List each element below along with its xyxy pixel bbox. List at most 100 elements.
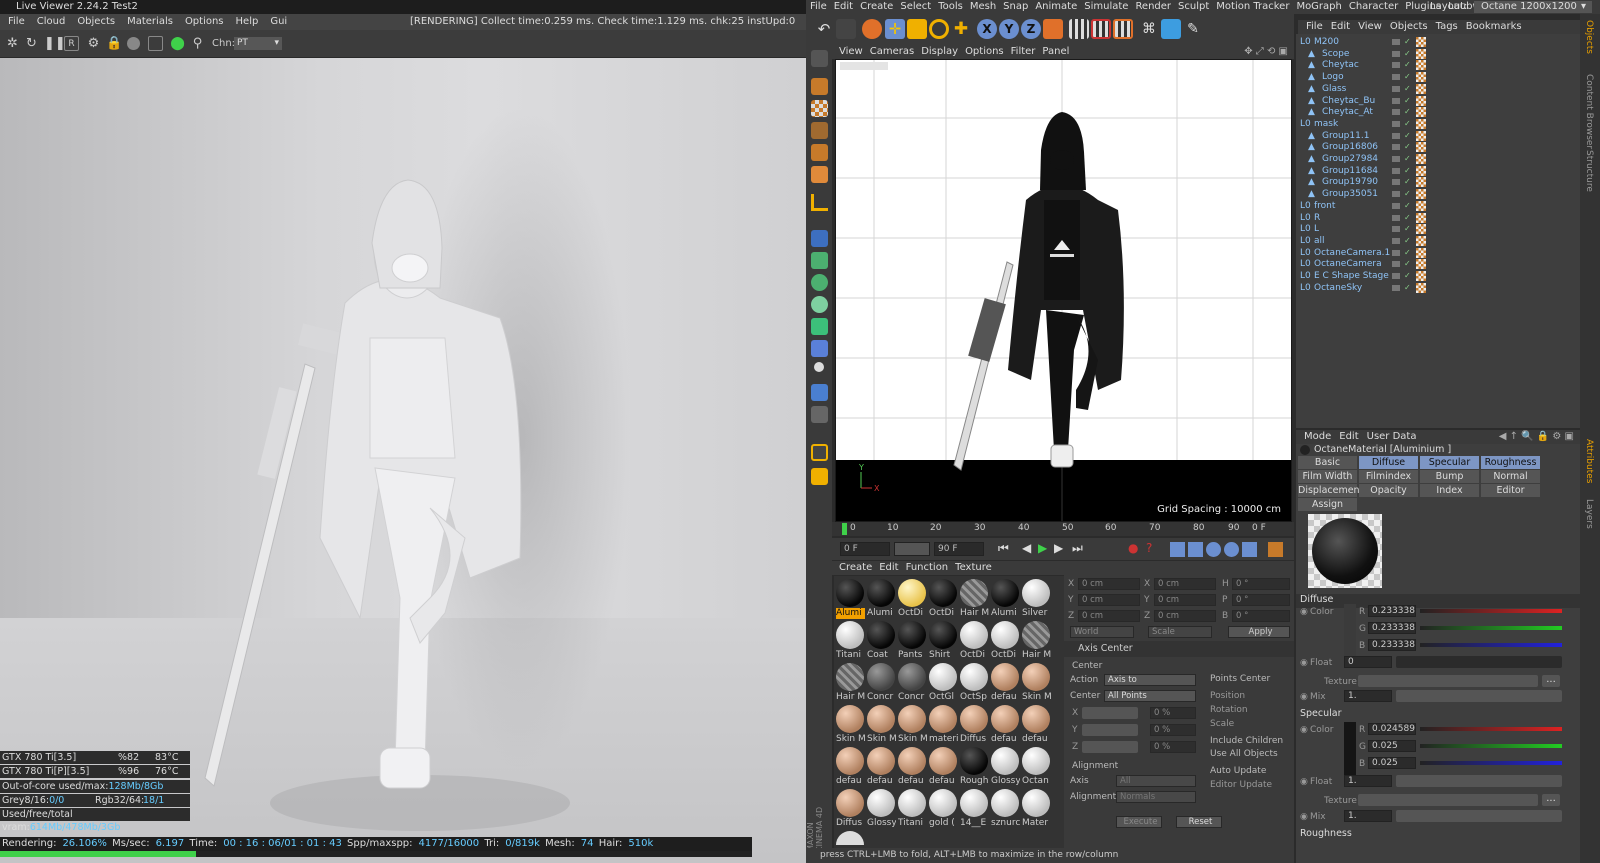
enable-check-icon[interactable]: ✓ [1404,71,1411,83]
material-swatch[interactable] [929,747,957,775]
reset-button[interactable]: Reset [1176,816,1222,828]
y-axis-icon[interactable]: Y [999,19,1019,39]
frame-range-slider[interactable] [894,542,930,556]
material-tag-icon[interactable] [1416,48,1426,59]
next-key-icon[interactable]: ▶ [1054,541,1063,555]
material-swatch[interactable] [991,747,1019,775]
enable-snap-icon[interactable] [811,252,828,269]
tab-displacement[interactable]: Displacement [1298,484,1363,497]
z-slider[interactable] [1082,741,1138,753]
material-swatch[interactable] [991,621,1019,649]
menu-edit[interactable]: Edit [834,1,853,12]
timeline-playhead[interactable] [842,523,847,535]
x-axis-icon[interactable]: X [977,19,997,39]
center-checkbox-label[interactable]: Center [1072,661,1102,671]
viewport-menu-options[interactable]: Options [965,46,1004,57]
diffuse-g-field[interactable]: 0.233338 [1368,622,1416,634]
menu-animate[interactable]: Animate [1035,1,1077,12]
include-children-checkbox[interactable]: Include Children [1210,736,1283,746]
scale-dropdown[interactable]: Scale [1148,626,1212,638]
material-swatch[interactable] [991,705,1019,733]
size-z-field[interactable]: 0 cm [1154,610,1216,622]
material-tag-icon[interactable] [1416,154,1426,164]
object-row[interactable]: ▲ Scope ✓ [1296,48,1580,60]
rot-p-field[interactable]: 0 ° [1232,594,1290,606]
rotate-icon[interactable] [929,19,949,39]
visibility-dots[interactable] [1392,226,1400,233]
at-menu-edit[interactable]: Edit [1339,431,1358,442]
material-swatch[interactable] [836,747,864,775]
material-swatch[interactable] [929,663,957,691]
diffuse-b-field[interactable]: 0.233338 [1368,639,1416,651]
record-icon[interactable]: ● [1128,541,1138,555]
render-picture-icon[interactable] [1091,19,1111,39]
menu-character[interactable]: Character [1349,1,1398,12]
viewport-menu-cameras[interactable]: Cameras [870,46,914,57]
layers-side-tab[interactable]: Layers [1584,499,1594,529]
points-mode-icon[interactable] [811,144,828,161]
menu-cloud[interactable]: Cloud [37,16,66,27]
tab-opacity[interactable]: Opacity [1359,484,1418,497]
menu-tools[interactable]: Tools [938,1,963,12]
play-icon[interactable]: ▶ [1038,541,1047,555]
spec-mix-field[interactable]: 1. [1344,810,1392,822]
visibility-dots[interactable] [1392,144,1400,151]
world-dropdown[interactable]: World [1070,626,1134,638]
diffuse-r-field[interactable]: 0.233338 [1368,605,1416,617]
material-swatch[interactable] [898,747,926,775]
solo-icon[interactable] [811,318,828,335]
object-row[interactable]: ▲ Cheytac ✓ [1296,59,1580,71]
enable-check-icon[interactable]: ✓ [1404,176,1411,188]
material-tag-icon[interactable] [1416,259,1426,270]
spec-g-field[interactable]: 0.025 [1368,740,1416,752]
spec-b-slider[interactable] [1420,761,1562,765]
visibility-dots[interactable] [1392,202,1400,209]
menu-gui[interactable]: Gui [270,16,287,27]
object-row[interactable]: ▲ Group11.1 ✓ [1296,130,1580,142]
tab-editor[interactable]: Editor [1481,484,1540,497]
material-swatch[interactable] [960,663,988,691]
enable-check-icon[interactable]: ✓ [1404,258,1411,270]
material-swatch[interactable] [867,579,895,607]
enable-check-icon[interactable]: ✓ [1404,141,1411,153]
material-swatch[interactable] [836,579,864,607]
3d-viewport[interactable]: Y X Grid Spacing : 10000 cm [835,59,1292,522]
spec-texture-menu-button[interactable]: ... [1542,794,1560,806]
object-row[interactable]: L0 R ✓ [1296,212,1580,224]
sky-icon[interactable] [811,384,828,401]
move-icon[interactable]: ✛ [885,19,905,39]
z-percent-field[interactable]: 0 % [1150,741,1196,753]
tab-roughness[interactable]: Roughness [1481,456,1540,469]
live-selection-icon[interactable] [862,19,882,39]
spec-g-slider[interactable] [1420,744,1562,748]
material-swatch[interactable] [867,663,895,691]
spec-mix-slider[interactable] [1396,810,1562,822]
content-browser-side-tab[interactable]: Content Browser [1584,74,1594,149]
enable-check-icon[interactable]: ✓ [1404,130,1411,142]
pen-icon[interactable]: ✎ [1183,19,1203,39]
visibility-dots[interactable] [1392,273,1400,279]
pos-y-field[interactable]: 0 cm [1078,594,1140,606]
object-row[interactable]: L0 all ✓ [1296,235,1580,247]
material-tag-icon[interactable] [1416,142,1426,153]
material-swatch[interactable] [898,579,926,607]
attributes-side-tab[interactable]: Attributes [1584,439,1594,483]
object-row[interactable]: L0 OctaneSky ✓ [1296,282,1580,294]
material-swatch[interactable] [836,621,864,649]
material-swatch[interactable] [898,705,926,733]
material-swatch[interactable] [1022,789,1050,817]
location-icon[interactable]: ⚲ [190,36,205,51]
material-swatch[interactable] [867,705,895,733]
visibility-dots[interactable] [1392,85,1400,92]
restart-icon[interactable]: ↻ [24,36,39,51]
viewport-menu-display[interactable]: Display [921,46,958,57]
material-tag-icon[interactable] [1416,118,1426,129]
y-slider[interactable] [1082,724,1138,736]
material-tag-icon[interactable] [1416,72,1426,83]
lock-icon[interactable]: 🔒 [106,36,122,51]
material-swatch[interactable] [836,663,864,691]
material-tag-icon[interactable] [1416,247,1426,258]
timeline-ruler[interactable]: 0 10 20 30 40 50 60 70 80 90 0 F [832,522,1294,536]
om-menu-file[interactable]: File [1306,21,1323,32]
clay-icon[interactable] [148,36,163,51]
